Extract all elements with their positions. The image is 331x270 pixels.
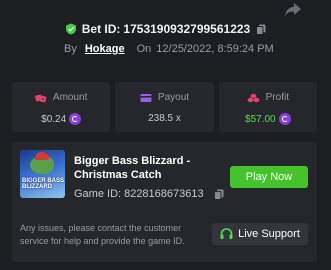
profit-value: $57.00 xyxy=(245,113,276,125)
thumbnail-logo-text: BIGGER BASS BLIZZARD xyxy=(22,178,65,190)
game-title: Bigger Bass Blizzard - Christmas Catch xyxy=(74,155,191,181)
username-link[interactable]: Hokage xyxy=(85,43,125,55)
bet-details-panel: Bet ID: 1753190932799561223 By Hokage On… xyxy=(0,0,331,270)
game-id-value: 8228168673613 xyxy=(124,188,204,200)
coins-icon xyxy=(247,93,260,102)
game-id-label: Game ID: xyxy=(74,188,122,200)
game-thumbnail[interactable]: BIGGER BASS BLIZZARD xyxy=(20,150,65,198)
dice-icon xyxy=(34,94,47,102)
currency-coin-icon xyxy=(278,113,291,125)
game-card: BIGGER BASS BLIZZARD Bigger Bass Blizzar… xyxy=(12,142,317,262)
verified-shield-icon xyxy=(65,23,76,35)
bet-id-value: 1753190932799561223 xyxy=(123,22,251,36)
amount-stat: Amount $0.24 xyxy=(12,82,111,132)
copy-icon[interactable] xyxy=(256,24,266,35)
play-now-button[interactable]: Play Now xyxy=(230,166,308,188)
share-icon[interactable] xyxy=(284,2,302,18)
thumbnail-hat-art xyxy=(35,152,49,160)
live-support-button[interactable]: Live Support xyxy=(212,223,308,245)
bet-id-line: Bet ID: 1753190932799561223 xyxy=(0,22,331,36)
profit-stat: Profit $57.00 xyxy=(218,82,317,132)
bet-id-label: Bet ID: xyxy=(81,22,121,36)
game-id-line: Game ID: 8228168673613 xyxy=(74,188,224,200)
copy-icon[interactable] xyxy=(213,189,224,200)
live-support-label: Live Support xyxy=(238,228,300,240)
payout-label: Payout xyxy=(157,92,190,103)
support-help-text: Any issues, please contact the customer … xyxy=(20,223,185,246)
card-icon xyxy=(140,93,152,102)
bet-timestamp: 12/25/2022, 8:59:24 PM xyxy=(156,43,274,55)
on-label: On xyxy=(136,43,152,55)
payout-value: 238.5 x xyxy=(148,113,181,124)
payout-stat: Payout 238.5 x xyxy=(115,82,214,132)
stats-row: Amount $0.24 Payout 238.5 x Profit $57.0… xyxy=(12,82,317,132)
profit-label: Profit xyxy=(265,92,289,103)
currency-coin-icon xyxy=(69,113,82,125)
by-label: By xyxy=(64,43,77,55)
headset-icon xyxy=(220,228,233,239)
author-line: By Hokage On 12/25/2022, 8:59:24 PM xyxy=(64,43,274,55)
amount-label: Amount xyxy=(52,92,88,103)
amount-value: $0.24 xyxy=(41,113,67,125)
